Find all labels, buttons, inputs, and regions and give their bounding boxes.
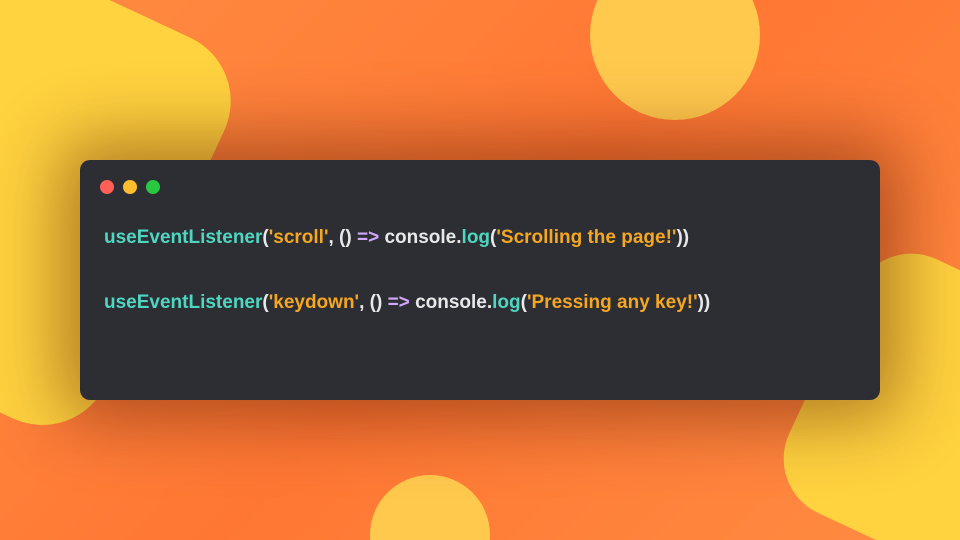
token-method: log bbox=[462, 227, 491, 248]
token-punct: , bbox=[328, 227, 339, 248]
token-keyword: => bbox=[357, 227, 384, 248]
maximize-icon[interactable] bbox=[146, 180, 160, 194]
token-method: log bbox=[492, 292, 521, 313]
token-string: 'Pressing any key!' bbox=[527, 292, 698, 313]
code-line-1: useEventListener('scroll', () => console… bbox=[104, 224, 856, 253]
code-line-2: useEventListener('keydown', () => consol… bbox=[104, 289, 856, 318]
token-string: 'keydown' bbox=[269, 292, 359, 313]
token-object: console bbox=[415, 292, 487, 313]
token-object: console bbox=[384, 227, 456, 248]
token-function: useEventListener bbox=[104, 227, 262, 248]
token-keyword: => bbox=[388, 292, 415, 313]
window-traffic-lights bbox=[80, 180, 880, 194]
token-punct: () bbox=[370, 292, 388, 313]
code-area: useEventListener('scroll', () => console… bbox=[80, 224, 880, 317]
token-function: useEventListener bbox=[104, 292, 262, 313]
token-punct: )) bbox=[698, 292, 711, 313]
token-string: 'Scrolling the page!' bbox=[496, 227, 676, 248]
token-punct: , bbox=[359, 292, 370, 313]
minimize-icon[interactable] bbox=[123, 180, 137, 194]
token-string: 'scroll' bbox=[269, 227, 329, 248]
close-icon[interactable] bbox=[100, 180, 114, 194]
bg-circle-top bbox=[590, 0, 760, 120]
token-punct: )) bbox=[676, 227, 689, 248]
token-punct: () bbox=[339, 227, 357, 248]
bg-circle-bottom bbox=[370, 475, 490, 540]
code-editor-window: useEventListener('scroll', () => console… bbox=[80, 160, 880, 400]
